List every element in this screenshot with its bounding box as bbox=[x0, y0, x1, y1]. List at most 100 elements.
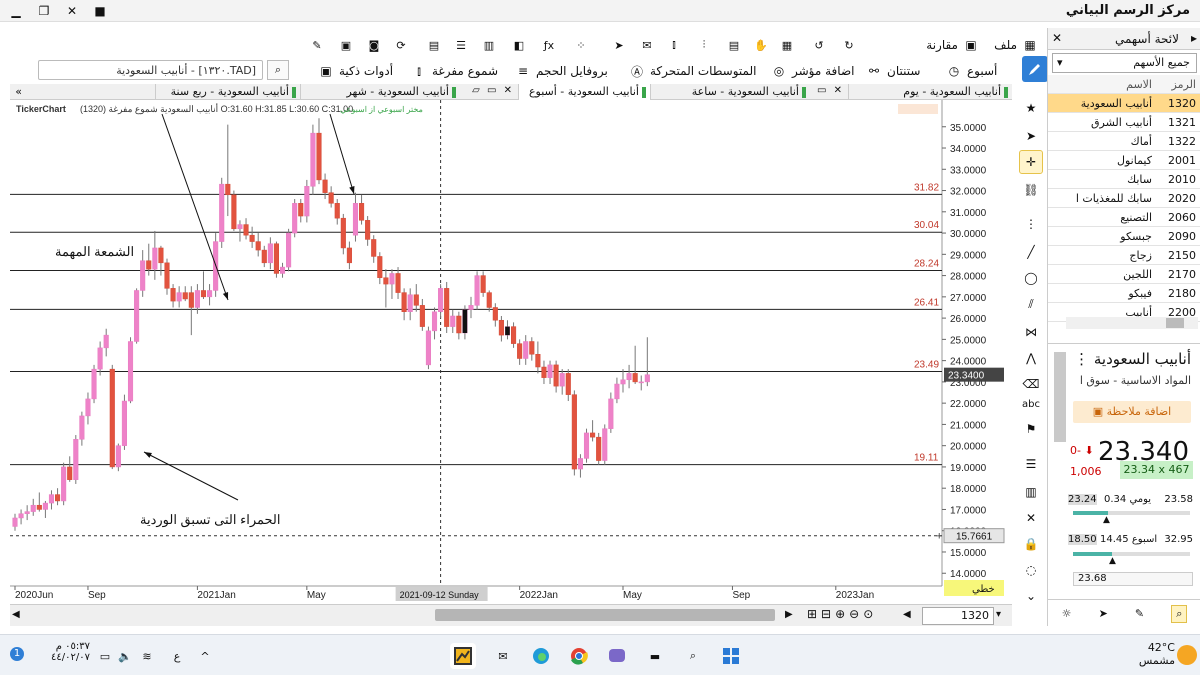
candle-body[interactable] bbox=[79, 415, 85, 440]
pattern-icon[interactable]: ⋈ bbox=[1019, 320, 1043, 344]
candle-body[interactable] bbox=[73, 439, 79, 480]
candle-body[interactable] bbox=[121, 400, 127, 446]
candle-body[interactable] bbox=[249, 234, 255, 242]
candle-body[interactable] bbox=[377, 256, 383, 278]
candles-icon[interactable]: ⫾ bbox=[665, 36, 683, 54]
tab-hour[interactable]: أنابيب السعودية - ساعة bbox=[650, 84, 810, 100]
candle-body[interactable] bbox=[583, 432, 590, 459]
candle-body[interactable] bbox=[42, 502, 48, 510]
watchlist-row[interactable]: اللجين 2170 bbox=[1048, 265, 1200, 284]
undo-icon[interactable]: ↺ bbox=[810, 36, 828, 54]
candle-body[interactable] bbox=[419, 305, 425, 327]
candle-body[interactable] bbox=[535, 354, 541, 368]
candle-body[interactable] bbox=[103, 334, 109, 349]
ellipse-icon[interactable]: ◯ bbox=[1019, 266, 1043, 290]
candle-body[interactable] bbox=[541, 366, 547, 378]
chevron-up-icon[interactable]: ^ bbox=[192, 643, 218, 669]
candle-body[interactable] bbox=[67, 466, 73, 480]
scroll-end-icon[interactable]: ◀ bbox=[903, 609, 917, 623]
tab-controls[interactable]: ✕ ▭ ▱ bbox=[466, 84, 518, 100]
watchlist-scrollbar[interactable] bbox=[1066, 317, 1198, 329]
candle-body[interactable] bbox=[261, 249, 267, 264]
candle-body[interactable] bbox=[438, 288, 444, 312]
zoom-controls[interactable]: ⊞⊟⊕⊖⊙ bbox=[807, 607, 877, 621]
candle-body[interactable] bbox=[188, 292, 194, 308]
quote-search-icon[interactable]: ⌕ bbox=[1171, 604, 1188, 623]
windows-start-icon[interactable] bbox=[718, 643, 744, 669]
lock-icon[interactable]: 🔒 bbox=[1019, 532, 1043, 556]
combo-chevron-icon[interactable]: ▾ bbox=[996, 609, 1001, 620]
candle-body[interactable] bbox=[48, 494, 55, 504]
watchlist-row[interactable]: جبسكو 2090 bbox=[1048, 227, 1200, 246]
candle-body[interactable] bbox=[109, 368, 115, 468]
candle-body[interactable] bbox=[571, 394, 577, 470]
candle-body[interactable] bbox=[255, 241, 261, 251]
candle-body[interactable] bbox=[383, 277, 389, 285]
volume-profile-button[interactable]: بروفايل الحجم ≡ bbox=[514, 61, 608, 81]
candle-body[interactable] bbox=[395, 273, 401, 293]
chart-scroll-thumb[interactable] bbox=[435, 609, 775, 621]
candle-body[interactable] bbox=[340, 217, 346, 249]
language-indicator[interactable]: ع bbox=[164, 643, 190, 669]
candle-body[interactable] bbox=[200, 290, 207, 298]
cursor-icon[interactable]: ➤ bbox=[1019, 124, 1043, 148]
candle-body[interactable] bbox=[486, 292, 492, 308]
candle-body[interactable] bbox=[626, 373, 632, 381]
candle-body[interactable] bbox=[413, 294, 419, 306]
candle-body[interactable] bbox=[298, 203, 304, 217]
restore-button[interactable]: ❐ bbox=[32, 2, 56, 20]
hollow-candles-button[interactable]: شموع مفرغة ⫾ bbox=[410, 61, 498, 81]
candle-body[interactable] bbox=[176, 292, 182, 302]
tab-week[interactable]: أنابيب السعودية - أسبوع bbox=[518, 84, 650, 100]
flag-icon[interactable]: ⚑ bbox=[1019, 417, 1043, 441]
candle-body[interactable] bbox=[474, 275, 480, 306]
candle-body[interactable] bbox=[401, 292, 407, 312]
layout-icon[interactable]: ▤ bbox=[725, 36, 743, 54]
candle-body[interactable] bbox=[553, 364, 559, 387]
candle-body[interactable] bbox=[231, 194, 237, 230]
dots-grid-icon[interactable]: ⁘ bbox=[572, 36, 590, 54]
table-icon[interactable]: ☰ bbox=[452, 36, 470, 54]
candle-body[interactable] bbox=[279, 266, 286, 274]
symbol-search-input[interactable]: [TAD.١٣٢٠] - أنابيب السعودية bbox=[38, 60, 263, 80]
candle-body[interactable] bbox=[468, 305, 474, 310]
add-note-button[interactable]: اضافة ملاحظة ▣ bbox=[1073, 401, 1191, 423]
search-icon[interactable]: ⌕ bbox=[267, 60, 289, 80]
candle-body[interactable] bbox=[407, 294, 413, 312]
watchlist-row[interactable]: سابك 2010 bbox=[1048, 170, 1200, 189]
pen-icon[interactable] bbox=[1022, 56, 1048, 82]
tickerchart-app-icon[interactable] bbox=[450, 643, 476, 669]
send-icon[interactable]: ➤ bbox=[1099, 607, 1108, 620]
candle-body[interactable] bbox=[614, 383, 620, 400]
candle-body[interactable] bbox=[61, 466, 67, 502]
message-icon[interactable]: ✉ bbox=[638, 36, 656, 54]
watchlist-row[interactable]: التصنيع 2060 bbox=[1048, 208, 1200, 227]
wifi-icon[interactable]: ≋ bbox=[134, 643, 160, 669]
candle-body[interactable] bbox=[134, 290, 140, 342]
zigzag-icon[interactable]: ⋀ bbox=[1019, 346, 1043, 370]
candle-body[interactable] bbox=[498, 319, 504, 336]
candle-body[interactable] bbox=[292, 203, 298, 234]
camera-icon[interactable]: ◙ bbox=[365, 36, 383, 54]
candle-body[interactable] bbox=[511, 326, 517, 344]
highlight-candle[interactable] bbox=[462, 309, 468, 333]
candle-body[interactable] bbox=[590, 432, 596, 438]
tab-quarter[interactable]: أنابيب السعودية - ربع سنة bbox=[155, 84, 300, 100]
watchlist-row[interactable]: أنابيب السعودية 1320 bbox=[1048, 94, 1200, 113]
candle-body[interactable] bbox=[632, 373, 638, 383]
bars-icon[interactable]: ⫶ bbox=[695, 36, 713, 54]
column-symbol[interactable]: الرمز bbox=[1156, 75, 1200, 93]
trendline-icon[interactable]: ╱ bbox=[1019, 240, 1043, 264]
colors-icon[interactable]: ◧ bbox=[510, 36, 528, 54]
candle-body[interactable] bbox=[565, 373, 571, 395]
parallel-icon[interactable]: ⫽ bbox=[1019, 292, 1043, 316]
candle-body[interactable] bbox=[371, 239, 377, 257]
stanton-button[interactable]: ستنتان ⚯ bbox=[865, 61, 920, 81]
candle-body[interactable] bbox=[18, 513, 24, 519]
list-icon[interactable]: ▤ bbox=[425, 36, 443, 54]
menu-dots-icon[interactable]: ⋮ bbox=[1074, 350, 1089, 368]
watchlist-row[interactable]: كيمانول 2001 bbox=[1048, 151, 1200, 170]
candle-body[interactable] bbox=[127, 341, 134, 402]
taskbar-search-icon[interactable]: ⌕ bbox=[680, 643, 706, 669]
brush-icon[interactable]: ✎ bbox=[308, 36, 326, 54]
